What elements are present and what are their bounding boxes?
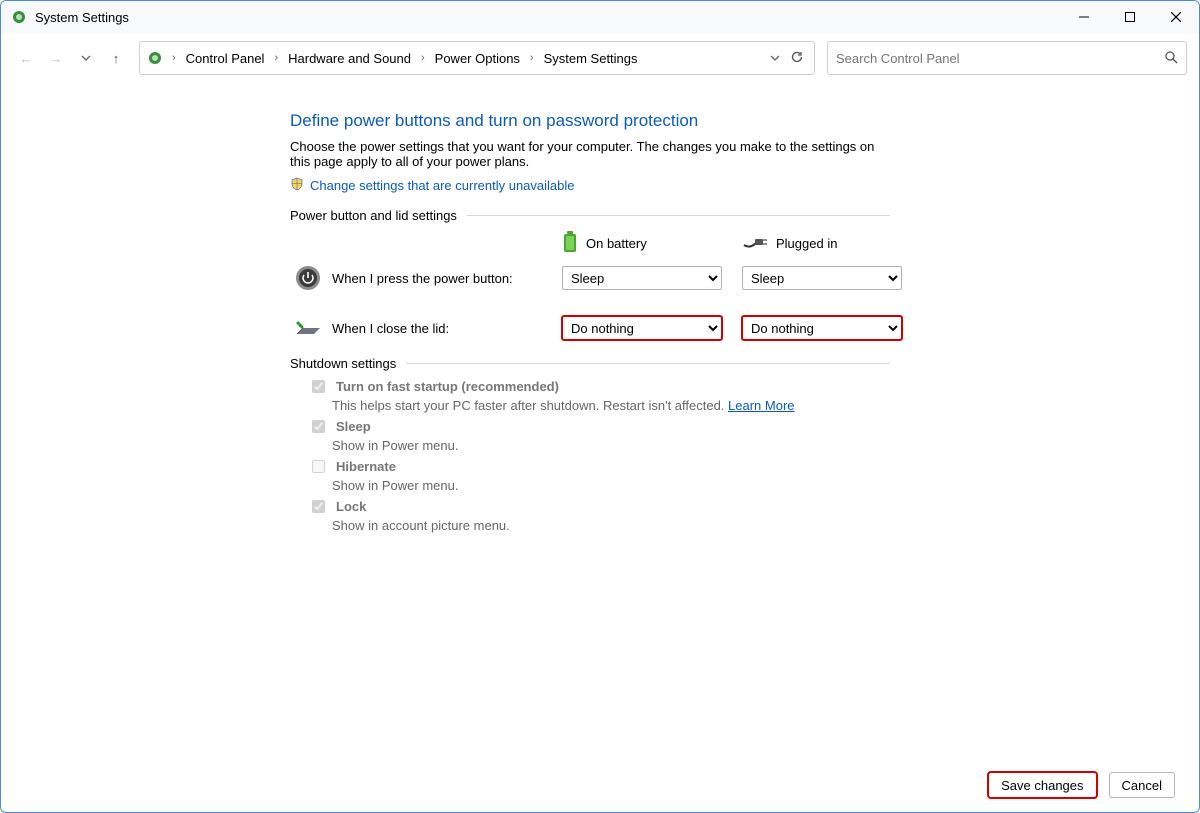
- nav-forward-button[interactable]: →: [43, 45, 69, 71]
- lock-sub: Show in account picture menu.: [332, 518, 890, 533]
- divider: [406, 363, 890, 364]
- chevron-right-icon: ›: [419, 52, 427, 64]
- sleep-sub: Show in Power menu.: [332, 438, 890, 453]
- address-dropdown-icon[interactable]: [770, 51, 780, 66]
- learn-more-link[interactable]: Learn More: [728, 398, 794, 413]
- power-button-plugged-select[interactable]: Sleep: [742, 266, 902, 290]
- power-button-row-label: When I press the power button:: [332, 271, 513, 286]
- lid-icon: [294, 314, 322, 342]
- toolbar: ← → ↑ › Control Panel › Hardware and Sou…: [1, 33, 1199, 83]
- fast-startup-checkbox: [312, 380, 325, 393]
- hibernate-checkbox: [312, 460, 325, 473]
- chevron-right-icon: ›: [170, 52, 178, 64]
- fast-startup-sub: This helps start your PC faster after sh…: [332, 398, 728, 413]
- address-icon: [146, 49, 164, 67]
- nav-recent-button[interactable]: [73, 45, 99, 71]
- page-description: Choose the power settings that you want …: [290, 139, 890, 169]
- nav-up-button[interactable]: ↑: [103, 45, 129, 71]
- breadcrumb-item[interactable]: Hardware and Sound: [284, 49, 415, 68]
- sleep-label: Sleep: [336, 419, 371, 434]
- close-lid-plugged-select[interactable]: Do nothing: [742, 316, 902, 340]
- plugged-in-label: Plugged in: [776, 236, 837, 251]
- breadcrumb-item[interactable]: Control Panel: [182, 49, 269, 68]
- chevron-right-icon: ›: [528, 52, 536, 64]
- plug-icon: [742, 235, 768, 252]
- refresh-button[interactable]: [790, 50, 804, 67]
- search-icon: [1164, 50, 1178, 67]
- power-button-battery-select[interactable]: Sleep: [562, 266, 722, 290]
- battery-icon: [562, 231, 578, 256]
- hibernate-sub: Show in Power menu.: [332, 478, 890, 493]
- divider: [467, 215, 890, 216]
- cancel-button[interactable]: Cancel: [1109, 772, 1175, 798]
- hibernate-label: Hibernate: [336, 459, 396, 474]
- breadcrumb-item[interactable]: Power Options: [431, 49, 524, 68]
- close-button[interactable]: [1153, 1, 1199, 33]
- power-button-icon: [294, 264, 322, 292]
- titlebar: System Settings: [1, 1, 1199, 33]
- close-lid-row-label: When I close the lid:: [332, 321, 449, 336]
- page-heading: Define power buttons and turn on passwor…: [290, 111, 890, 131]
- lock-checkbox: [312, 500, 325, 513]
- close-lid-battery-select[interactable]: Do nothing: [562, 316, 722, 340]
- shield-icon: [290, 177, 304, 194]
- sleep-checkbox: [312, 420, 325, 433]
- search-bar[interactable]: [827, 41, 1187, 75]
- address-bar[interactable]: › Control Panel › Hardware and Sound › P…: [139, 41, 815, 75]
- minimize-button[interactable]: [1061, 1, 1107, 33]
- breadcrumb-item[interactable]: System Settings: [540, 49, 642, 68]
- section-shutdown-label: Shutdown settings: [290, 356, 396, 371]
- lock-label: Lock: [336, 499, 366, 514]
- fast-startup-label: Turn on fast startup (recommended): [336, 379, 559, 394]
- chevron-right-icon: ›: [272, 52, 280, 64]
- maximize-button[interactable]: [1107, 1, 1153, 33]
- search-input[interactable]: [836, 51, 1164, 66]
- app-icon: [11, 9, 27, 25]
- section-power-label: Power button and lid settings: [290, 208, 457, 223]
- save-button[interactable]: Save changes: [988, 772, 1096, 798]
- nav-back-button[interactable]: ←: [13, 45, 39, 71]
- change-settings-link[interactable]: Change settings that are currently unava…: [310, 178, 575, 193]
- on-battery-label: On battery: [586, 236, 647, 251]
- window-title: System Settings: [35, 10, 129, 25]
